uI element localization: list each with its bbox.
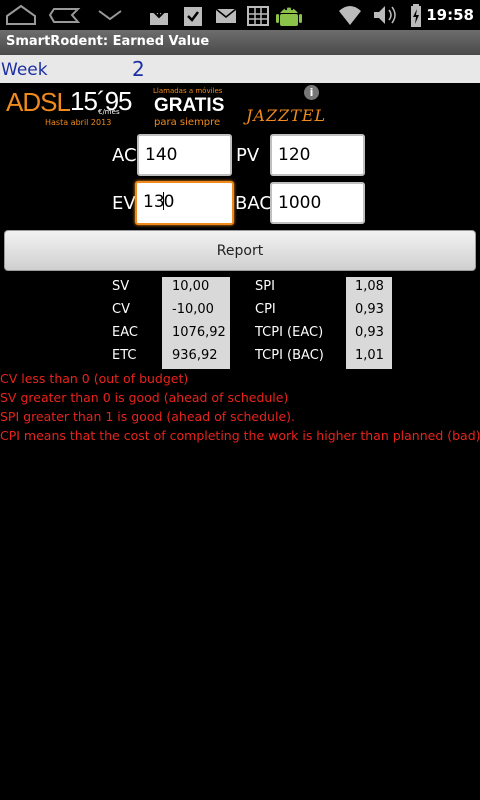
tcpi-bac-label: TCPI (BAC) bbox=[255, 348, 324, 363]
etc-label: ETC bbox=[112, 348, 137, 363]
volume-icon bbox=[374, 6, 396, 24]
cv-value: -10,00 bbox=[172, 302, 214, 317]
sv-value: 10,00 bbox=[172, 279, 210, 294]
tcpi-bac-value: 1,01 bbox=[355, 348, 384, 363]
ev-input-value-tail: 0 bbox=[163, 192, 175, 212]
grid-icon bbox=[247, 6, 269, 26]
tcpi-eac-value: 0,93 bbox=[355, 325, 384, 340]
ev-input-value: 13 bbox=[143, 192, 165, 212]
sv-label: SV bbox=[112, 279, 130, 294]
ad-free-text: GRATIS bbox=[154, 95, 225, 116]
report-button[interactable]: Report bbox=[4, 230, 476, 271]
wifi-icon bbox=[339, 6, 361, 25]
etc-value: 936,92 bbox=[172, 348, 218, 363]
ad-banner[interactable]: ADSL 15´95 €/mes Hasta abril 2013 Llamad… bbox=[0, 84, 325, 134]
cpi-label: CPI bbox=[255, 302, 276, 317]
ev-input[interactable]: 130 bbox=[135, 181, 234, 225]
ad-calls-text: Llamadas a móviles bbox=[153, 87, 223, 95]
ad-forever-text: para siempre bbox=[154, 117, 221, 128]
ac-label: AC bbox=[112, 145, 137, 166]
bac-label: BAC bbox=[235, 193, 272, 214]
week-label: Week bbox=[1, 60, 48, 80]
clipboard-check-icon bbox=[184, 7, 202, 26]
tcpi-eac-label: TCPI (EAC) bbox=[255, 325, 324, 340]
ev-label: EV bbox=[112, 193, 136, 214]
spi-value: 1,08 bbox=[355, 279, 384, 294]
battery-charging-icon bbox=[411, 4, 421, 27]
cv-label: CV bbox=[112, 302, 130, 317]
pv-input[interactable]: 120 bbox=[270, 134, 365, 176]
ac-input[interactable]: 140 bbox=[137, 134, 232, 176]
ad-per-month: €/mes bbox=[98, 108, 120, 116]
home-icon[interactable] bbox=[4, 3, 38, 27]
message-cv: CV less than 0 (out of budget) bbox=[0, 371, 189, 386]
week-value[interactable]: 2 bbox=[132, 57, 145, 81]
ad-brand-logo: JAZZTEL bbox=[246, 106, 327, 125]
download-icon bbox=[150, 5, 168, 25]
chevron-down-icon[interactable] bbox=[96, 3, 124, 27]
clock: 19:58 bbox=[426, 6, 474, 24]
message-sv: SV greater than 0 is good (ahead of sche… bbox=[0, 390, 289, 405]
status-bar: 19:58 bbox=[0, 0, 480, 30]
android-icon bbox=[276, 7, 302, 26]
message-spi: SPI greater than 1 is good (ahead of sch… bbox=[0, 409, 295, 424]
cpi-value: 0,93 bbox=[355, 302, 384, 317]
eac-label: EAC bbox=[112, 325, 138, 340]
pv-label: PV bbox=[236, 145, 260, 166]
app-title: SmartRodent: Earned Value bbox=[6, 34, 210, 49]
spi-label: SPI bbox=[255, 279, 275, 294]
back-icon[interactable] bbox=[48, 3, 82, 27]
ad-adsl-text: ADSL bbox=[6, 87, 71, 117]
ad-until-text: Hasta abril 2013 bbox=[45, 118, 112, 127]
eac-value: 1076,92 bbox=[172, 325, 226, 340]
message-cpi: CPI means that the cost of completing th… bbox=[0, 428, 480, 443]
app-title-bar: SmartRodent: Earned Value bbox=[0, 30, 480, 55]
week-bar: Week 2 bbox=[0, 55, 480, 83]
bac-input[interactable]: 1000 bbox=[270, 182, 365, 224]
ad-info-icon[interactable]: i bbox=[304, 85, 319, 100]
mail-icon bbox=[215, 8, 237, 23]
